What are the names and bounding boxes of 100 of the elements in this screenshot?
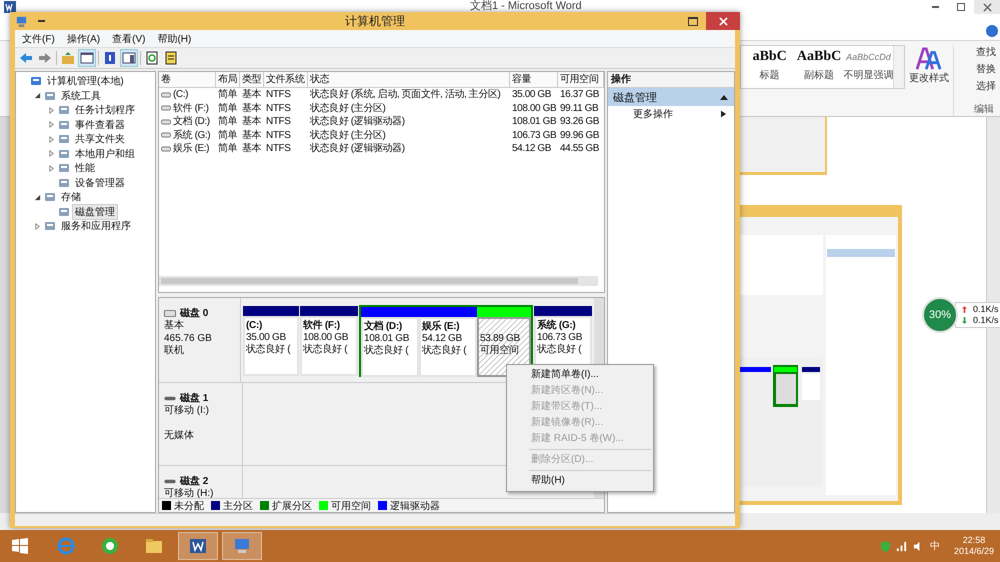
word-icon[interactable] [4, 1, 16, 13]
forward-icon[interactable] [37, 50, 53, 66]
computer-icon [232, 536, 252, 556]
disk-info: 基本 [164, 320, 185, 332]
partition-color-bar [243, 306, 299, 316]
table-cell-text: 108.00 GB [511, 102, 558, 115]
table-cell-text: 状态良好 (主分区) [309, 128, 386, 142]
partition-color-bar [419, 307, 477, 317]
tree-item[interactable]: 设备管理器 [73, 176, 127, 190]
ribbon-button[interactable]: 选择 [962, 79, 996, 93]
partition-label: 娱乐 (E:) [422, 321, 460, 333]
style-option[interactable]: AaBbC 副标题 [794, 46, 844, 88]
horizontal-scrollbar[interactable] [159, 276, 598, 286]
actions-section[interactable]: 磁盘管理 [608, 88, 734, 106]
table-cell-text: NTFS [265, 128, 292, 142]
tree-item[interactable]: 计算机管理(本地) [45, 74, 126, 88]
input-method-indicator[interactable]: 中 [930, 539, 940, 553]
tree-item[interactable]: 事件查看器 [73, 118, 127, 132]
tree-item[interactable]: 服务和应用程序 [59, 219, 133, 234]
partition-size: 54.12 GB [422, 333, 463, 344]
partition-label: (C:) [246, 320, 264, 332]
window-title: 计算机管理 [345, 12, 405, 30]
column-header[interactable]: 可用空间 [558, 72, 604, 88]
table-cell: 软件 (F:) [159, 102, 216, 115]
tree-node-icon [44, 220, 56, 232]
tree-item[interactable]: 共享文件夹 [73, 132, 127, 146]
table-cell-text: 基本 [241, 128, 262, 142]
start-icon[interactable] [12, 538, 28, 554]
column-header[interactable]: 文件系统 [264, 72, 308, 88]
column-header[interactable]: 布局 [216, 72, 240, 88]
menu-item[interactable]: 帮助(H) [152, 32, 196, 46]
table-cell: 系统 (G:) [159, 128, 216, 142]
pane-icon[interactable] [121, 50, 137, 66]
ribbon-button[interactable]: 替换 [962, 62, 996, 76]
style-option[interactable]: aBbC 标题 [745, 46, 794, 88]
table-cell-text: NTFS [265, 88, 292, 102]
tree-item[interactable]: 性能 [73, 161, 97, 176]
partition-status: 状态良好 ( [246, 344, 292, 356]
menu-item[interactable]: 文件(F) [17, 32, 60, 46]
download-icon [962, 317, 967, 324]
globe-icon [100, 536, 120, 556]
legend-label: 扩展分区 [272, 500, 312, 512]
partition-color-bar [477, 307, 531, 317]
partition-status: 状态良好 ( [364, 345, 410, 357]
table-cell-text: 99.96 GB [559, 128, 600, 142]
style-option[interactable]: AaBbCcDd 不明显强调 [844, 46, 894, 88]
partition-color-bar [534, 306, 592, 316]
disk-info: 无媒体 [164, 430, 195, 442]
close-button[interactable] [706, 12, 740, 30]
menu-item[interactable]: 帮助(H) [507, 473, 653, 489]
signal-icon[interactable] [896, 540, 907, 552]
partition-label: 软件 (F:) [303, 320, 341, 332]
disk-info: 可移动 (I:) [164, 405, 210, 418]
close-icon [982, 2, 992, 12]
change-styles-button[interactable]: 更改样式 [905, 45, 953, 116]
taskbar-button[interactable] [178, 532, 218, 560]
close-button[interactable] [974, 0, 1000, 14]
close-icon [718, 16, 728, 26]
folder-up-icon[interactable] [60, 50, 76, 66]
actions-header: 操作 [608, 72, 734, 88]
column-header[interactable]: 容量 [510, 72, 558, 88]
menu-item[interactable]: 查看(V) [107, 32, 150, 46]
clock[interactable]: 22:58 2014/6/29 [954, 535, 994, 557]
expand-arrow-icon[interactable] [34, 92, 40, 100]
legend-label: 逻辑驱动器 [390, 500, 440, 512]
action-item[interactable]: 更多操作 [608, 106, 734, 121]
pane-icon[interactable] [79, 50, 95, 66]
folder-icon [144, 536, 164, 556]
table-cell-text: NTFS [265, 102, 292, 115]
tree-item[interactable]: 磁盘管理 [73, 204, 117, 219]
letters-icon [915, 47, 943, 71]
disk-info: 可移动 (H:) [164, 488, 214, 498]
legend-label: 主分区 [223, 500, 253, 512]
tree-item[interactable]: 本地用户和组 [73, 146, 137, 161]
disk-name: 磁盘 2 [180, 474, 208, 488]
ribbon-button[interactable]: 查找 [962, 45, 996, 59]
download-speed: 0.1K/s [973, 315, 999, 326]
table-cell-text: 93.26 GB [559, 115, 600, 128]
upload-icon [962, 306, 967, 313]
menu-item[interactable]: 操作(A) [62, 32, 106, 46]
table-cell-text: 16.37 GB [559, 88, 600, 102]
tree-item[interactable]: 任务计划程序 [73, 103, 137, 118]
expand-arrow-icon[interactable] [34, 194, 40, 201]
table-cell-text: 35.00 GB [511, 88, 552, 102]
column-header[interactable]: 状态 [308, 72, 510, 88]
tree-node-icon [58, 206, 70, 218]
partition-status: 状态良好 ( [303, 344, 348, 356]
browser-icon [56, 536, 76, 556]
upload-speed: 0.1K/s [973, 304, 999, 315]
gallery-scrollbar[interactable] [893, 46, 904, 88]
tree-item[interactable]: 存储 [59, 190, 83, 204]
table-cell-text: 106.73 GB [511, 128, 558, 142]
column-header[interactable]: 卷 [159, 72, 216, 88]
tree-item[interactable]: 系统工具 [59, 88, 103, 103]
partition-color-bar [361, 307, 419, 317]
partition-size: 108.00 GB [303, 332, 350, 344]
tree-node-icon [44, 191, 56, 204]
column-header[interactable]: 类型 [240, 72, 264, 88]
disk-name: 磁盘 0 [180, 306, 208, 320]
back-icon[interactable] [18, 50, 34, 66]
